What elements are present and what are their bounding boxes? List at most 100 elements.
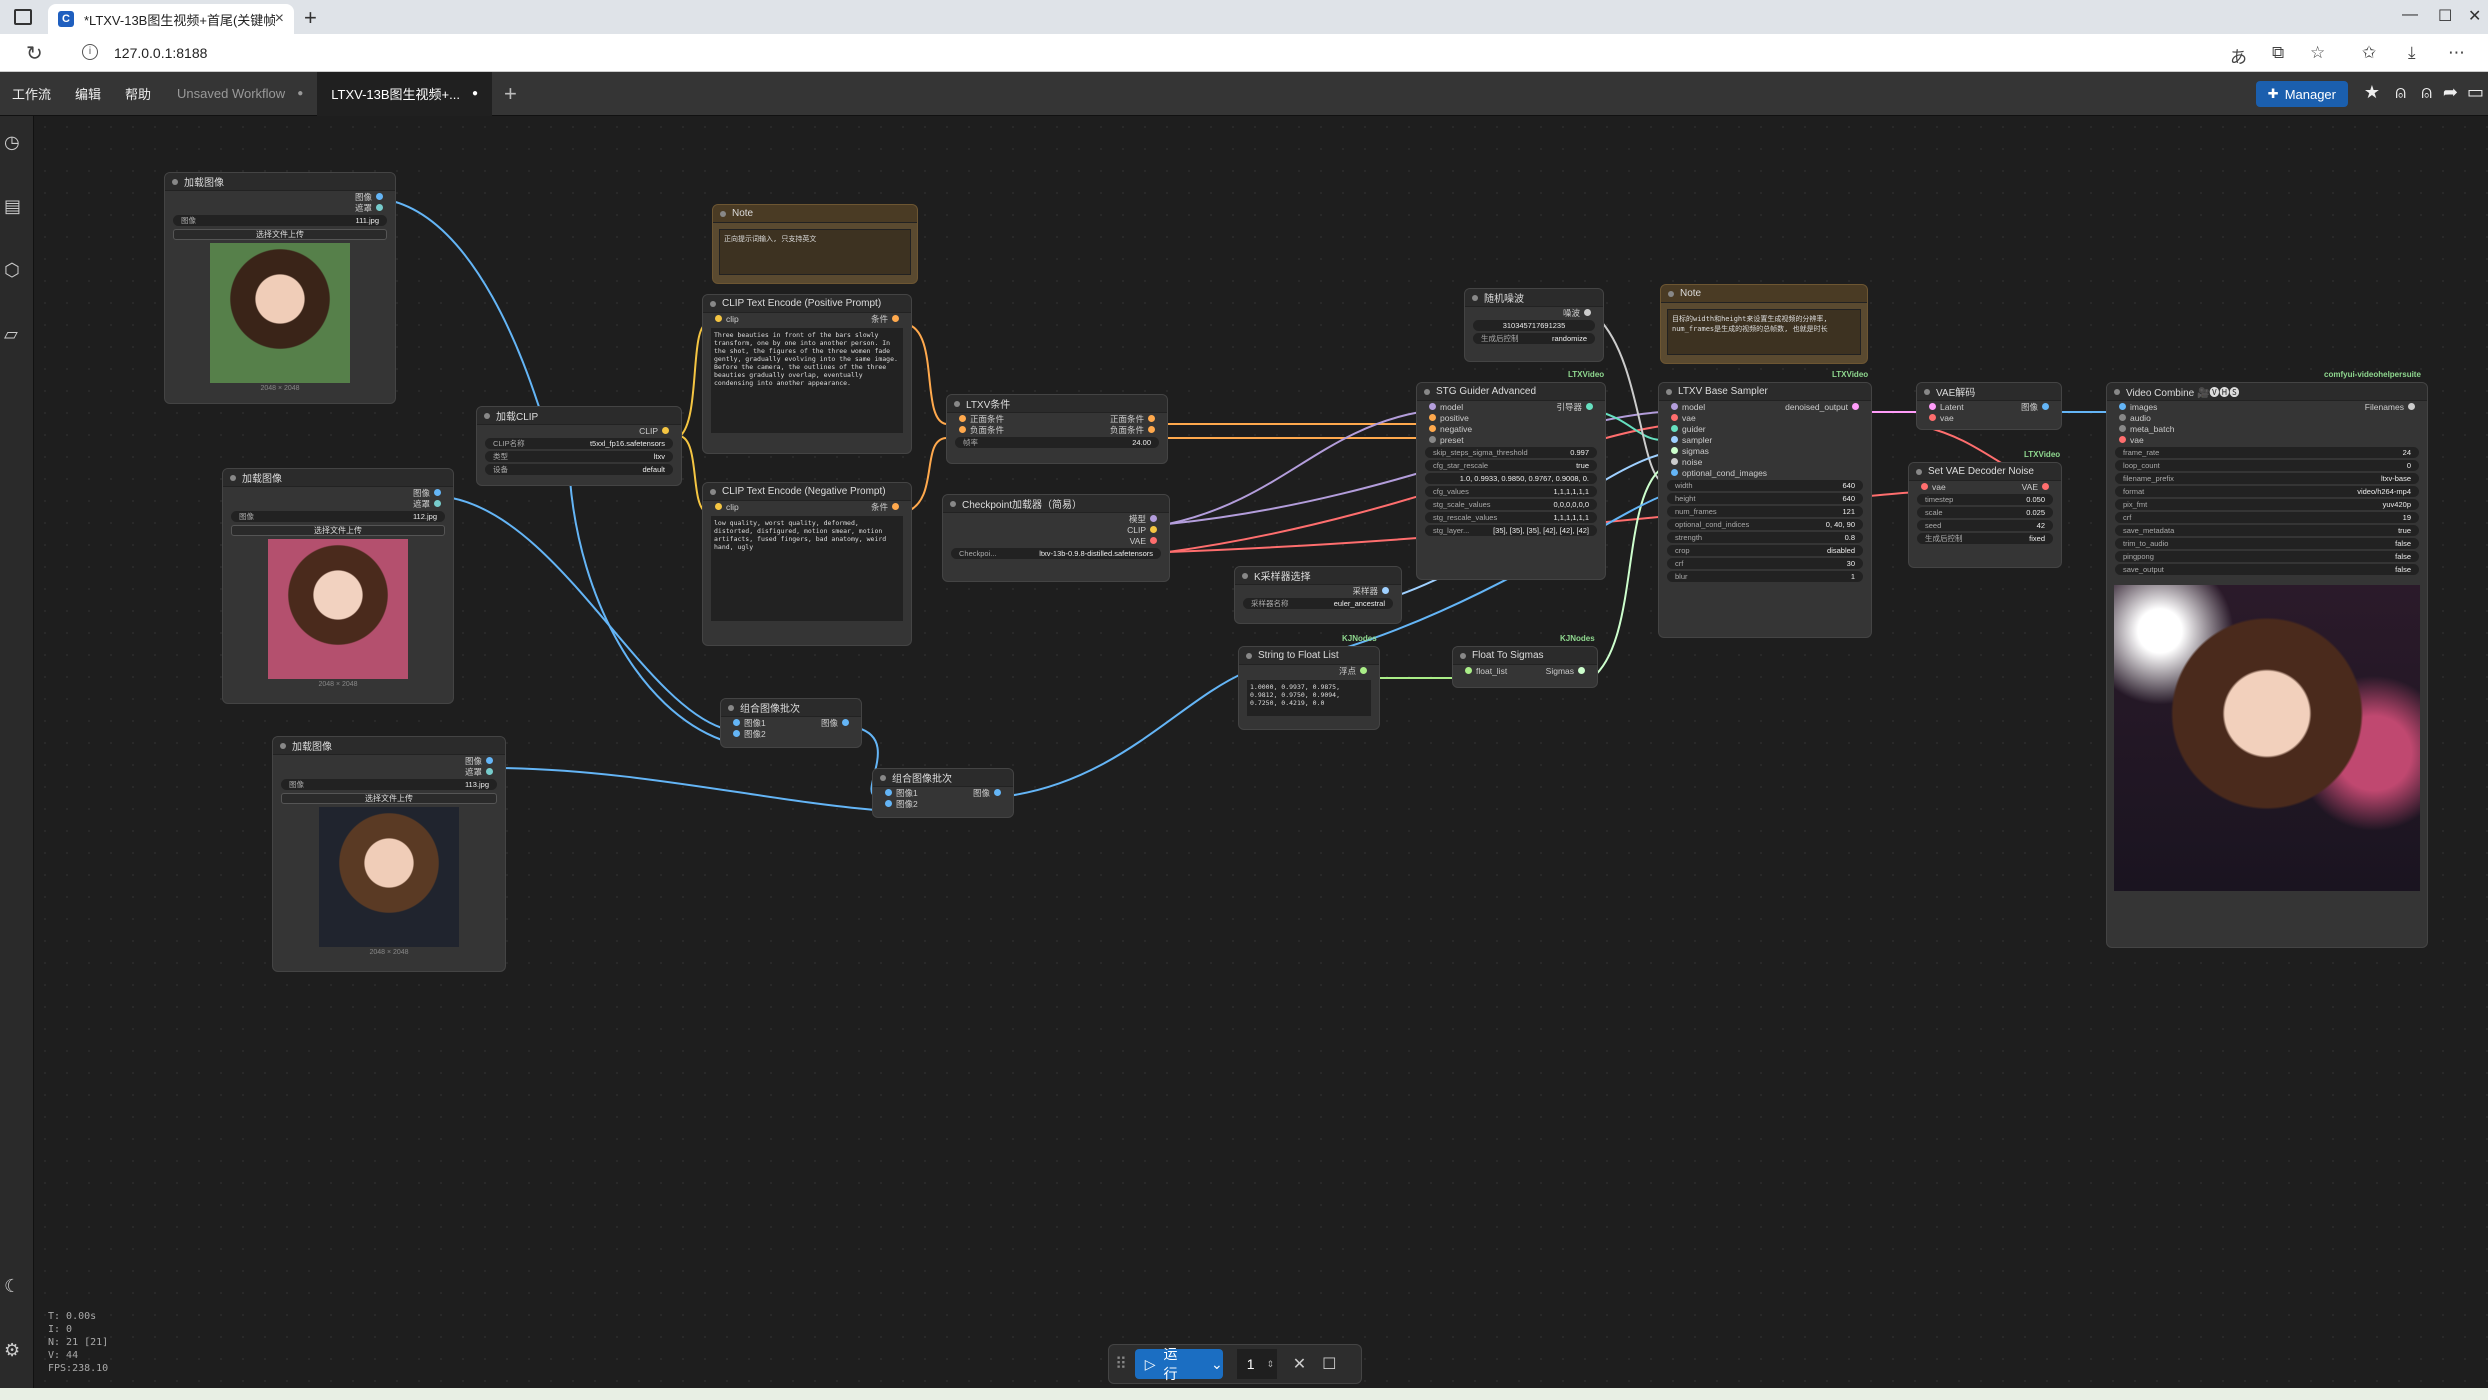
node-random-noise[interactable]: 随机噪波 噪波 310345717691235 生成后控制 randomize	[1464, 288, 1604, 362]
chevron-down-icon[interactable]: ⌄	[1211, 1356, 1223, 1373]
theme-icon[interactable]: ☾	[4, 1276, 20, 1297]
output-socket[interactable]	[1150, 537, 1157, 544]
input-socket[interactable]	[1429, 403, 1436, 410]
output-socket[interactable]	[434, 500, 441, 507]
batch-count-input[interactable]: 1 ⇕	[1236, 1349, 1277, 1379]
workflow-tab-unsaved[interactable]: Unsaved Workflow ●	[163, 72, 317, 116]
sampler-widget[interactable]: blur 1	[1667, 571, 1863, 582]
node-image-batch-1[interactable]: 组合图像批次 图像1 图像 图像2	[720, 698, 862, 748]
favorite-star-icon[interactable]: ☆	[2310, 43, 2325, 63]
input-socket[interactable]	[1929, 403, 1936, 410]
settings-gear-icon[interactable]: ⚙	[4, 1340, 20, 1361]
stg-widget[interactable]: 1.0, 0.9933, 0.9850, 0.9767, 0.9008, 0.	[1425, 473, 1597, 484]
model-library-icon[interactable]: ⬡	[4, 260, 20, 281]
stg-widget[interactable]: skip_steps_sigma_threshold 0.997	[1425, 447, 1597, 458]
clip-type-select[interactable]: 类型 ltxv	[485, 451, 673, 462]
run-button[interactable]: ▷ 运行 ⌄	[1134, 1346, 1223, 1382]
checkpoint-select[interactable]: Checkpoi... ltxv-13b-0.9.8-distilled.safe…	[951, 548, 1161, 559]
output-socket[interactable]	[1382, 587, 1389, 594]
workflow-tab-ltxv[interactable]: LTXV-13B图生视频+... ●	[317, 71, 492, 116]
input-socket[interactable]	[2119, 436, 2126, 443]
upload-button[interactable]: 选择文件上传	[173, 229, 387, 240]
video-widget[interactable]: trim_to_audio false	[2115, 538, 2419, 549]
video-widget[interactable]: crf 19	[2115, 512, 2419, 523]
input-socket[interactable]	[885, 800, 892, 807]
vae-noise-widget[interactable]: scale 0.025	[1917, 507, 2053, 518]
node-load-image-1[interactable]: 加载图像 图像 遮罩 图像 111.jpg 选择文件上传 2048 × 2048	[164, 172, 396, 404]
video-widget[interactable]: save_metadata true	[2115, 525, 2419, 536]
node-checkpoint-loader[interactable]: Checkpoint加载器（简易） 模型 CLIP VAE Checkpoi..…	[942, 494, 1170, 582]
stg-widget[interactable]: stg_scale_values 0,0,0,0,0,0	[1425, 499, 1597, 510]
menu-workflow[interactable]: 工作流	[0, 84, 63, 103]
input-socket[interactable]	[1671, 436, 1678, 443]
user-icon[interactable]: ⍝	[2395, 82, 2406, 103]
translate-icon[interactable]: あ	[2230, 43, 2247, 68]
input-socket[interactable]	[2119, 403, 2126, 410]
input-socket[interactable]	[1429, 436, 1436, 443]
vae-noise-widget[interactable]: timestep 0.050	[1917, 494, 2053, 505]
video-widget[interactable]: frame_rate 24	[2115, 447, 2419, 458]
upload-button[interactable]: 选择文件上传	[281, 793, 497, 804]
video-widget[interactable]: save_output false	[2115, 564, 2419, 575]
sampler-widget[interactable]: optional_cond_indices 0, 40, 90	[1667, 519, 1863, 530]
output-socket[interactable]	[662, 427, 669, 434]
download-icon[interactable]: ⤓	[2408, 43, 2416, 63]
node-string-to-float-list[interactable]: String to Float List 浮点 1.0000, 0.9937, …	[1238, 646, 1380, 730]
input-socket[interactable]	[959, 415, 966, 422]
site-info-icon[interactable]: i	[82, 44, 98, 60]
output-socket[interactable]	[1148, 415, 1155, 422]
node-set-vae-decoder-noise[interactable]: Set VAE Decoder Noise vae VAE timestep 0.0…	[1908, 462, 2062, 568]
url-field[interactable]: 127.0.0.1:8188	[114, 45, 207, 61]
node-load-clip[interactable]: 加载CLIP CLIP CLIP名称 t5xxl_fp16.safetensors…	[476, 406, 682, 486]
node-clip-text-positive[interactable]: CLIP Text Encode (Positive Prompt) clip 条…	[702, 294, 912, 454]
cancel-icon[interactable]: ✕	[1293, 1354, 1306, 1374]
input-socket[interactable]	[1921, 483, 1928, 490]
sampler-widget[interactable]: crop disabled	[1667, 545, 1863, 556]
stg-widget[interactable]: cfg_values 1,1,1,1,1,1	[1425, 486, 1597, 497]
favorites-icon[interactable]: ✩	[2362, 43, 2376, 63]
node-note-1[interactable]: Note 正向提示词输入, 只支持英文	[712, 204, 918, 284]
output-socket[interactable]	[2408, 403, 2415, 410]
history-icon[interactable]: ◷	[4, 132, 20, 153]
video-preview[interactable]	[2114, 585, 2420, 891]
input-socket[interactable]	[2119, 425, 2126, 432]
node-ksampler-select[interactable]: K采样器选择 采样器 采样器名称 euler_ancestral	[1234, 566, 1402, 624]
node-library-icon[interactable]: ▤	[4, 196, 21, 217]
input-socket[interactable]	[1671, 447, 1678, 454]
input-socket[interactable]	[1671, 425, 1678, 432]
queue-icon[interactable]: ⍝	[2421, 82, 2432, 103]
star-icon[interactable]: ★	[2364, 82, 2380, 103]
drag-handle-icon[interactable]: ⠿	[1115, 1354, 1127, 1374]
input-socket[interactable]	[1929, 414, 1936, 421]
output-socket[interactable]	[1852, 403, 1859, 410]
output-socket[interactable]	[1150, 515, 1157, 522]
reload-icon[interactable]: ↻	[26, 41, 43, 66]
node-ltxv-conditioning[interactable]: LTXV条件 正面条件 正面条件 负面条件 负面条件 帧率 24.00	[946, 394, 1168, 464]
maximize-icon[interactable]: ☐	[2438, 6, 2452, 26]
minimize-icon[interactable]: —	[2402, 6, 2418, 24]
node-float-to-sigmas[interactable]: Float To Sigmas float_list Sigmas	[1452, 646, 1598, 688]
output-socket[interactable]	[2042, 483, 2049, 490]
input-socket[interactable]	[2119, 414, 2126, 421]
output-socket[interactable]	[434, 489, 441, 496]
node-image-batch-2[interactable]: 组合图像批次 图像1 图像 图像2	[872, 768, 1014, 818]
node-note-2[interactable]: Note 目标的width和height来设置生成视频的分辨率, num_fra…	[1660, 284, 1868, 364]
node-load-image-2[interactable]: 加载图像 图像 遮罩 图像 112.jpg 选择文件上传 2048 × 2048	[222, 468, 454, 704]
output-socket[interactable]	[2042, 403, 2049, 410]
prompt-textarea[interactable]: low quality, worst quality, deformed, di…	[711, 516, 903, 621]
menu-edit[interactable]: 编辑	[63, 84, 113, 103]
input-socket[interactable]	[1671, 469, 1678, 476]
output-socket[interactable]	[1360, 667, 1367, 674]
output-socket[interactable]	[892, 503, 899, 510]
control-after-generate-select[interactable]: 生成后控制 randomize	[1473, 333, 1595, 344]
node-ltxv-base-sampler[interactable]: LTXV Base Sampler model denoised_output v…	[1658, 382, 1872, 638]
output-socket[interactable]	[1150, 526, 1157, 533]
output-socket[interactable]	[842, 719, 849, 726]
close-window-icon[interactable]: ✕	[2468, 6, 2481, 26]
input-socket[interactable]	[733, 730, 740, 737]
reader-icon[interactable]: ⧉	[2272, 43, 2284, 63]
note-text[interactable]: 正向提示词输入, 只支持英文	[719, 229, 911, 275]
window-menu-icon[interactable]	[14, 9, 32, 25]
browser-tab-active[interactable]: C *LTXV-13B图生视频+首尾(关键帧 ×	[48, 4, 294, 34]
output-socket[interactable]	[1148, 426, 1155, 433]
